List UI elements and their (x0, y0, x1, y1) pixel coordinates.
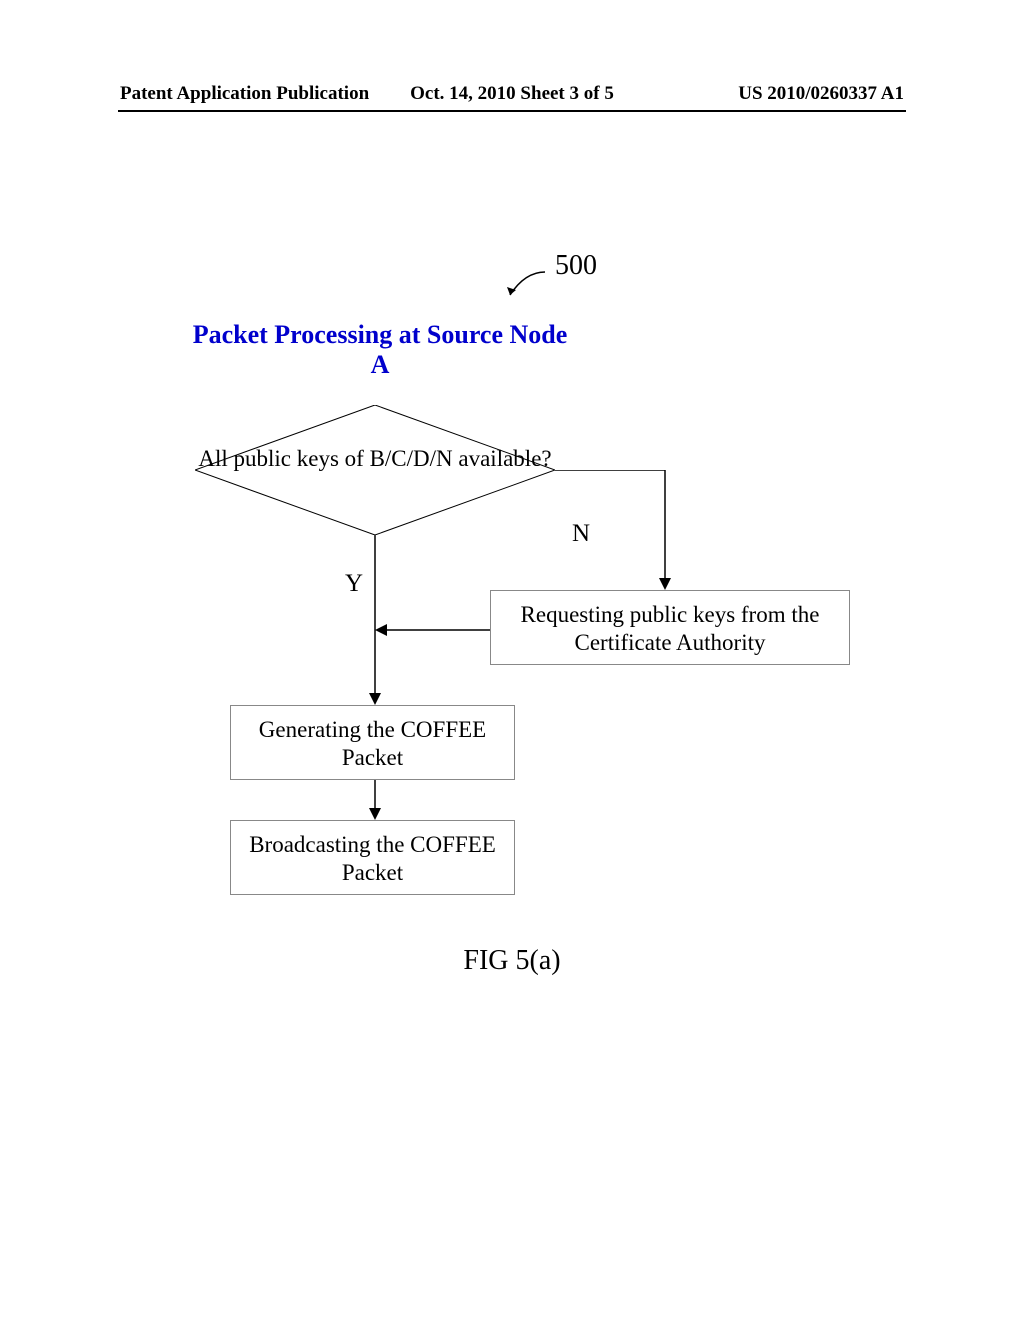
header-divider (118, 110, 906, 112)
reference-number: 500 (555, 250, 597, 282)
generate-text: Generating the COFFEE Packet (259, 717, 486, 770)
figure-caption: FIG 5(a) (0, 945, 1024, 977)
broadcast-node: Broadcasting the COFFEE Packet (230, 820, 515, 895)
edge-label-yes: Y (345, 570, 363, 598)
flowchart-title: Packet Processing at Source Node A (190, 320, 570, 380)
arrow-request-to-generate (375, 622, 495, 638)
arrow-generate-to-broadcast (367, 780, 383, 825)
arrow-decision-to-request (555, 470, 675, 595)
header-publication: Patent Application Publication (120, 83, 381, 105)
flowchart-diagram: 500 Packet Processing at Source Node A A… (0, 250, 1024, 1050)
generate-node: Generating the COFFEE Packet (230, 705, 515, 780)
decision-node: All public keys of B/C/D/N available? (195, 405, 555, 535)
page-header: Patent Application Publication Oct. 14, … (0, 83, 1024, 105)
broadcast-text: Broadcasting the COFFEE Packet (249, 832, 496, 885)
decision-text: All public keys of B/C/D/N available? (195, 445, 555, 473)
reference-arrow-icon (505, 270, 550, 300)
request-text: Requesting public keys from the Certific… (521, 602, 820, 655)
header-pub-number: US 2010/0260337 A1 (643, 83, 904, 105)
request-node: Requesting public keys from the Certific… (490, 590, 850, 665)
header-date-sheet: Oct. 14, 2010 Sheet 3 of 5 (381, 83, 642, 105)
